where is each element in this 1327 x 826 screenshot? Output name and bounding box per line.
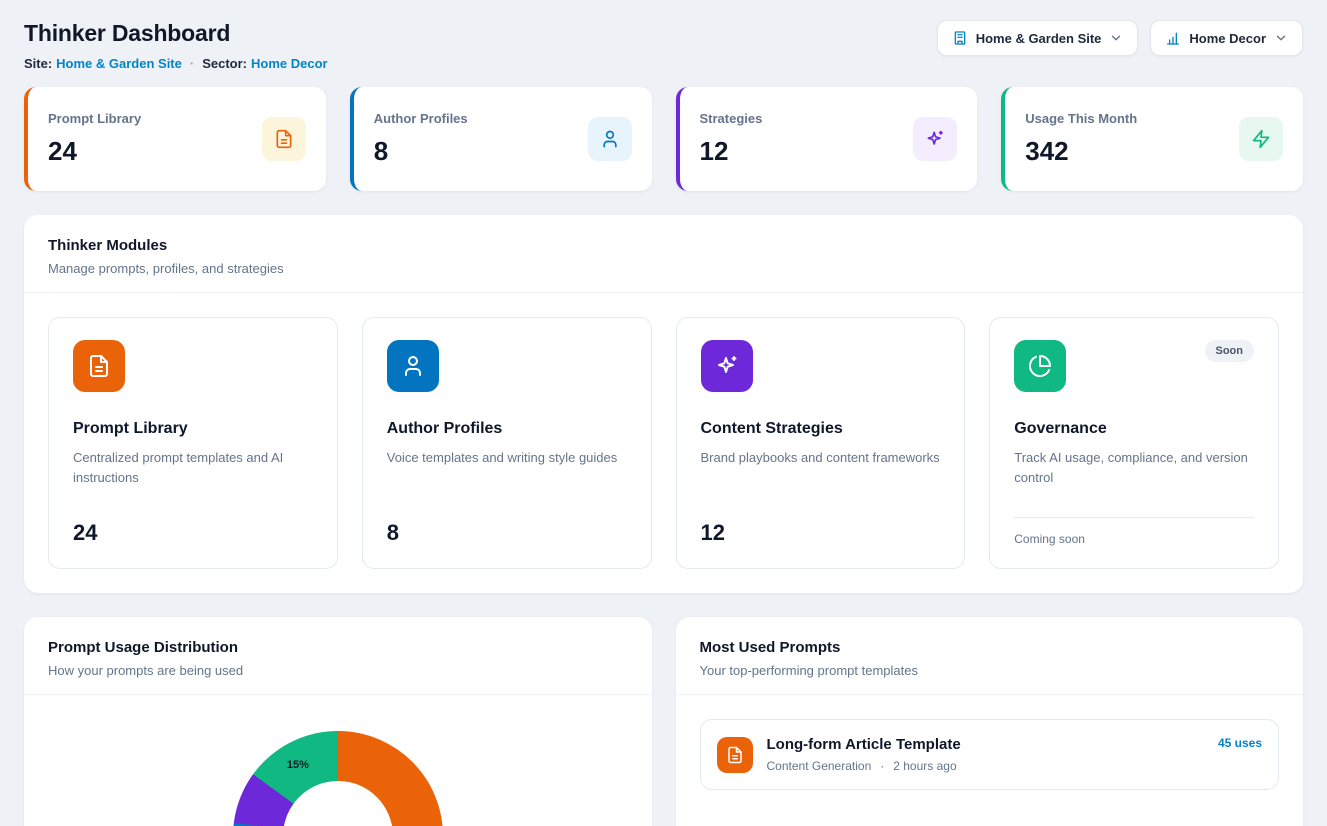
document-icon: [262, 117, 306, 161]
chevron-down-icon: [1274, 31, 1288, 45]
prompt-time: 2 hours ago: [893, 759, 956, 773]
prompt-title: Long-form Article Template: [767, 736, 1204, 753]
most-used-title: Most Used Prompts: [700, 639, 1280, 656]
site-label: Site:: [24, 56, 52, 71]
sector-selector-dropdown[interactable]: Home Decor: [1150, 20, 1303, 56]
header-left: Thinker Dashboard Site: Home & Garden Sit…: [24, 20, 328, 71]
soon-badge: Soon: [1205, 340, 1255, 362]
document-icon: [717, 737, 753, 773]
usage-donut: 15%: [233, 731, 443, 826]
most-used-prompts-panel: Most Used Prompts Your top-performing pr…: [676, 617, 1304, 826]
meta-separator: ·: [880, 759, 884, 773]
donut-segment-label: 15%: [287, 759, 309, 771]
module-card-content-strategies[interactable]: Content Strategies Brand playbooks and c…: [676, 317, 966, 569]
module-title: Governance: [1014, 420, 1254, 438]
usage-title: Prompt Usage Distribution: [48, 639, 628, 656]
stat-card-usage: Usage This Month 342: [1001, 87, 1303, 191]
sector-link[interactable]: Home Decor: [251, 56, 328, 71]
prompt-uses-badge: 45 uses: [1218, 736, 1262, 750]
usage-distribution-panel: Prompt Usage Distribution How your promp…: [24, 617, 652, 826]
stat-card-author-profiles: Author Profiles 8: [350, 87, 652, 191]
bottom-row: Prompt Usage Distribution How your promp…: [24, 617, 1303, 826]
module-title: Prompt Library: [73, 420, 313, 438]
prompt-category: Content Generation: [767, 759, 872, 773]
header-selectors: Home & Garden Site Home Decor: [937, 20, 1303, 56]
most-used-subtitle: Your top-performing prompt templates: [700, 663, 1280, 678]
module-description: Track AI usage, compliance, and version …: [1014, 448, 1254, 488]
modules-title: Thinker Modules: [48, 237, 1279, 254]
module-count: 8: [387, 504, 627, 546]
document-icon: [73, 340, 125, 392]
stat-value: 24: [48, 136, 141, 167]
lightning-icon: [1239, 117, 1283, 161]
modules-subtitle: Manage prompts, profiles, and strategies: [48, 261, 1279, 276]
prompts-list: Long-form Article Template Content Gener…: [676, 695, 1304, 814]
stat-value: 342: [1025, 136, 1137, 167]
module-card-governance[interactable]: Soon Governance Track AI usage, complian…: [989, 317, 1279, 569]
page-header: Thinker Dashboard Site: Home & Garden Sit…: [24, 20, 1303, 71]
usage-chart-area: 15%: [24, 695, 652, 826]
stat-label: Usage This Month: [1025, 111, 1137, 126]
module-count: 24: [73, 504, 313, 546]
pie-chart-icon: [1014, 340, 1066, 392]
stat-label: Strategies: [700, 111, 763, 126]
module-description: Voice templates and writing style guides: [387, 448, 627, 468]
page-title: Thinker Dashboard: [24, 20, 328, 47]
sector-selector-label: Home Decor: [1189, 31, 1266, 46]
modules-grid: Prompt Library Centralized prompt templa…: [24, 293, 1303, 593]
most-used-header: Most Used Prompts Your top-performing pr…: [676, 617, 1304, 695]
building-icon: [952, 30, 968, 46]
sparkle-star-icon: [913, 117, 957, 161]
sector-label: Sector:: [202, 56, 247, 71]
site-selector-label: Home & Garden Site: [976, 31, 1102, 46]
module-card-prompt-library[interactable]: Prompt Library Centralized prompt templa…: [48, 317, 338, 569]
breadcrumb-separator: ·: [190, 56, 194, 71]
site-selector-dropdown[interactable]: Home & Garden Site: [937, 20, 1139, 56]
module-title: Content Strategies: [701, 420, 941, 438]
module-description: Centralized prompt templates and AI inst…: [73, 448, 313, 488]
site-link[interactable]: Home & Garden Site: [56, 56, 182, 71]
stat-value: 12: [700, 136, 763, 167]
module-description: Brand playbooks and content frameworks: [701, 448, 941, 468]
list-item-prompt[interactable]: Long-form Article Template Content Gener…: [700, 719, 1280, 790]
stat-card-prompt-library: Prompt Library 24: [24, 87, 326, 191]
sparkle-star-icon: [701, 340, 753, 392]
user-icon: [387, 340, 439, 392]
thinker-modules-panel: Thinker Modules Manage prompts, profiles…: [24, 215, 1303, 593]
chevron-down-icon: [1109, 31, 1123, 45]
stat-label: Prompt Library: [48, 111, 141, 126]
modules-header: Thinker Modules Manage prompts, profiles…: [24, 215, 1303, 293]
usage-subtitle: How your prompts are being used: [48, 663, 628, 678]
stats-row: Prompt Library 24 Author Profiles 8 Stra…: [24, 87, 1303, 191]
breadcrumb: Site: Home & Garden Site · Sector: Home Deco…: [24, 56, 328, 71]
stat-label: Author Profiles: [374, 111, 468, 126]
usage-header: Prompt Usage Distribution How your promp…: [24, 617, 652, 695]
stat-value: 8: [374, 136, 468, 167]
stat-card-strategies: Strategies 12: [676, 87, 978, 191]
module-title: Author Profiles: [387, 420, 627, 438]
dashboard-page: Thinker Dashboard Site: Home & Garden Sit…: [0, 0, 1327, 826]
module-card-author-profiles[interactable]: Author Profiles Voice templates and writ…: [362, 317, 652, 569]
coming-soon-text: Coming soon: [1014, 517, 1254, 546]
module-count: 12: [701, 504, 941, 546]
user-icon: [588, 117, 632, 161]
bar-chart-icon: [1165, 30, 1181, 46]
